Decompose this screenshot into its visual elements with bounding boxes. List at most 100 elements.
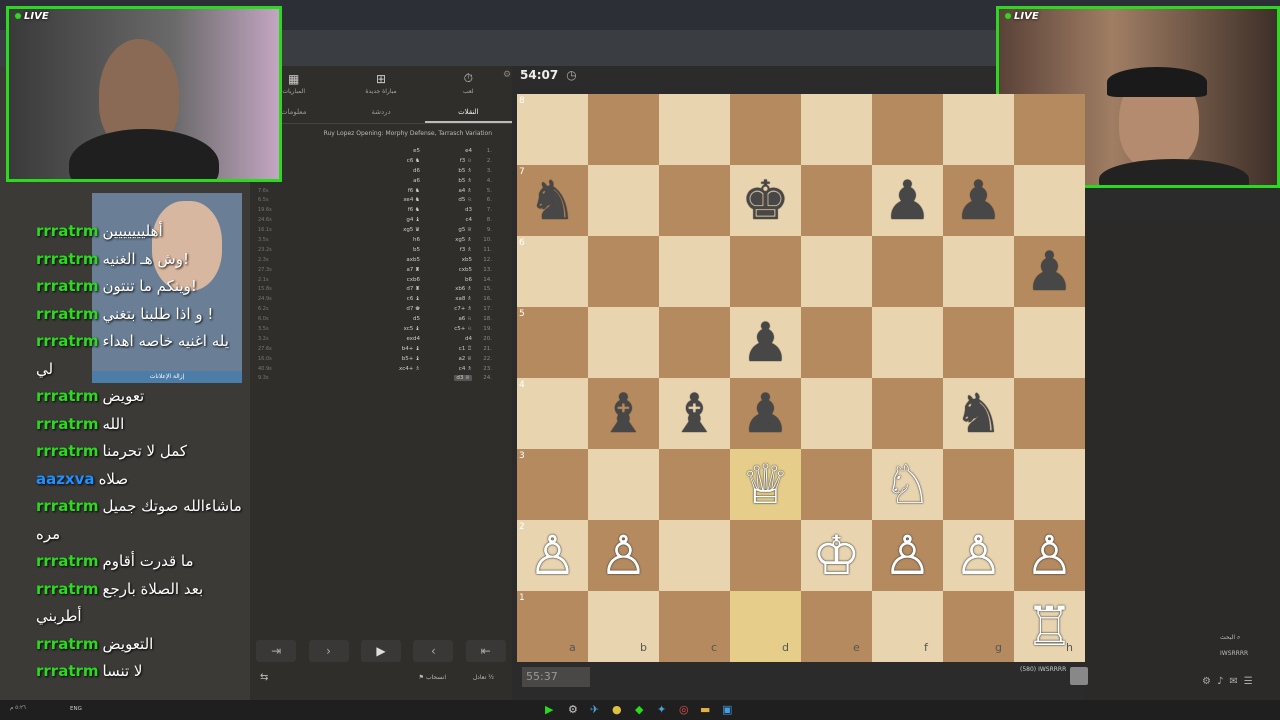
store-icon[interactable]: ▣ [722,703,732,716]
board-square[interactable] [588,307,659,378]
move-row[interactable]: 2. f3 ♘ c6 ♞ [250,158,512,168]
board-square[interactable] [801,378,872,449]
draw-button[interactable]: تعادل ½ [473,674,494,681]
board-square[interactable] [943,449,1014,520]
board-square[interactable] [659,307,730,378]
move-row[interactable]: 23. c4 ♗ xc4+ ♗ 40.9s [250,366,512,376]
chess-piece[interactable]: ♙ [517,520,588,591]
user-link[interactable]: IWSRRRR [1220,650,1248,657]
board-square[interactable] [943,236,1014,307]
chess-piece[interactable]: ♞ [943,378,1014,449]
mail-icon[interactable]: ✉ [1229,676,1243,687]
previous-move-button[interactable]: ‹ [413,640,454,662]
board-square[interactable] [801,449,872,520]
chess-piece[interactable]: ♟ [1014,236,1085,307]
tab-play[interactable]: ⏱ لعب [425,66,512,100]
board-square[interactable]: 8 [517,94,588,165]
board-square[interactable] [1014,449,1085,520]
resign-button[interactable]: ⚑ انسحاب [419,674,446,681]
board-square[interactable] [801,236,872,307]
board-square[interactable]: f [872,591,943,662]
gear-icon[interactable]: ⚙ [1202,676,1217,687]
board-square[interactable] [659,236,730,307]
move-row[interactable]: 20. d4 exd4 3.2s [250,336,512,346]
chess-piece[interactable]: ♙ [872,520,943,591]
bell-icon[interactable]: ♪ [1217,676,1229,687]
move-row[interactable]: 15. xb6 ♗ d7 ♜ 15.8s [250,286,512,296]
board-square[interactable] [872,307,943,378]
board-square[interactable] [588,165,659,236]
language-indicator[interactable]: ENG [70,706,82,712]
move-row[interactable]: 19. c5+ ♘ xc5 ♝ 3.5s [250,326,512,336]
move-row[interactable]: 17. c7+ ♗ d7 ♚ 6.2s [250,306,512,316]
board-square[interactable] [588,449,659,520]
board-square[interactable] [730,94,801,165]
settings-gear-icon[interactable]: ⚙ [503,70,511,80]
move-row[interactable]: 1. e4 e5 [250,148,512,158]
board-square[interactable]: b [588,591,659,662]
folder-icon[interactable]: ▬ [700,703,710,716]
chess-piece[interactable]: ♙ [588,520,659,591]
board-square[interactable] [801,94,872,165]
chess-piece[interactable]: ♙ [943,520,1014,591]
board-square[interactable]: 4 [517,378,588,449]
chess-piece[interactable]: ♚ [730,165,801,236]
menu-icon[interactable]: ☰ [1244,676,1259,687]
board-square[interactable] [588,94,659,165]
board-square[interactable] [659,94,730,165]
move-row[interactable]: 16. xa8 ♗ c6 ♝ 24.9s [250,296,512,306]
chess-piece[interactable]: ♖ [1014,591,1085,662]
move-row[interactable]: 22. a2 ♕ b5+ ♝ 16.0s [250,356,512,366]
move-row[interactable]: 18. a6 ♘ d5 6.0s [250,316,512,326]
board-square[interactable] [730,236,801,307]
move-row[interactable]: 6. d5 ♘ xe4 ♞ 6.5s [250,197,512,207]
move-row[interactable]: 3. b5 ♗ d6 [250,168,512,178]
nvidia-icon[interactable]: ◆ [635,703,643,716]
move-row[interactable]: 10. xg5 ♗ h6 3.5s [250,237,512,247]
settings-icon[interactable]: ⚙ [568,703,578,716]
chess-piece[interactable]: ♔ [801,520,872,591]
board-square[interactable] [872,378,943,449]
move-row[interactable]: 4.b5 ♗a612.9s [250,178,512,188]
board-square[interactable]: 1a [517,591,588,662]
chess-piece[interactable]: ♕ [730,449,801,520]
last-move-button[interactable]: ⇥ [256,640,297,662]
board-square[interactable]: g [943,591,1014,662]
board-square[interactable] [730,520,801,591]
move-row[interactable]: 11. f3 ♗ b5 23.2s [250,247,512,257]
steam-icon[interactable]: ✈ [590,703,599,716]
move-row[interactable]: 21. c1 ♖ b4+ ♝ 27.6s [250,346,512,356]
first-move-button[interactable]: ⇤ [465,640,506,662]
chrome-icon[interactable]: ◎ [679,703,689,716]
board-square[interactable] [943,94,1014,165]
board-square[interactable] [1014,378,1085,449]
move-row[interactable]: 8. c4 g4 ♝ 24.6s [250,217,512,227]
app-icon[interactable]: ● [612,703,622,716]
board-square[interactable] [872,236,943,307]
chess-piece[interactable]: ♝ [659,378,730,449]
board-square[interactable] [659,449,730,520]
chess-piece[interactable]: ♘ [872,449,943,520]
browser-icon[interactable]: ✦ [657,703,666,716]
flip-board-icon[interactable]: ⇆ [260,672,268,683]
chess-piece[interactable]: ♝ [588,378,659,449]
tab-new-game[interactable]: ⊞ مباراة جديدة [337,66,424,100]
chess-board[interactable]: 8 7 6 5 4 3 2 1 a b c d e f g h ♞ ♚ ♟ ♟ ♟ ♟ ♝ ♝ ♟ ♞ ♕ ♘ ♙ ♙ ♔ ♙ ♙ ♙ ♖ [517,94,1085,662]
media-icon[interactable]: ▶ [545,703,553,716]
move-row[interactable]: 13. cxb5 a7 ♜ 27.3s [250,267,512,277]
board-square[interactable] [588,236,659,307]
board-square[interactable] [872,94,943,165]
subtab-chat[interactable]: دردشة [337,100,424,123]
chess-piece[interactable]: ♟ [872,165,943,236]
board-square[interactable] [659,165,730,236]
chess-piece[interactable]: ♟ [730,307,801,378]
board-square[interactable] [659,520,730,591]
move-row[interactable]: 14. b6 cxb6 2.1s [250,277,512,287]
board-square[interactable] [1014,94,1085,165]
board-square[interactable]: 5 [517,307,588,378]
move-row[interactable]: 12. xb5 axb5 2.3s [250,257,512,267]
next-move-button[interactable]: › [308,640,349,662]
board-square[interactable] [943,307,1014,378]
chess-piece[interactable]: ♙ [1014,520,1085,591]
move-row[interactable]: 5. a4 ♗ f6 ♞ 7.6s [250,188,512,198]
